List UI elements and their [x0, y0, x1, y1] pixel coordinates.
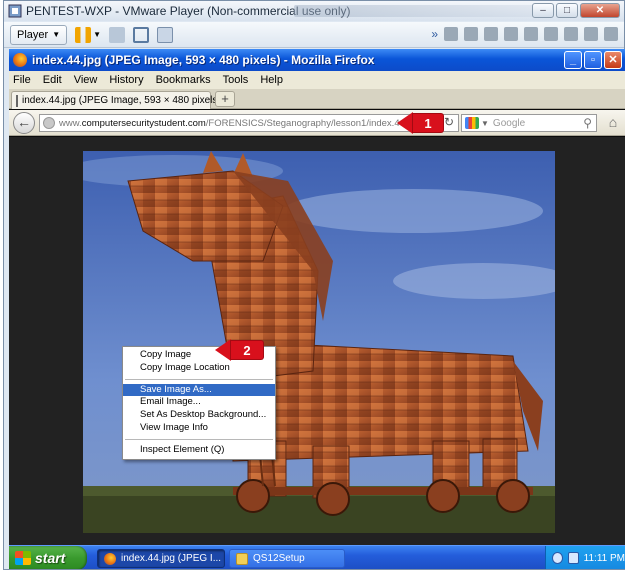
menu-item-set-desktop-background[interactable]: Set As Desktop Background...: [123, 409, 275, 422]
vmware-titlebar: PENTEST-WXP - VMware Player (Non-commerc…: [4, 1, 624, 21]
device-message-icon[interactable]: [584, 27, 598, 41]
menu-separator: [125, 378, 273, 380]
guest-screen: index.44.jpg (JPEG Image, 593 × 480 pixe…: [9, 49, 625, 569]
home-button[interactable]: ⌂: [605, 114, 621, 130]
callout-label-2: 2: [231, 341, 263, 359]
trojan-horse-photo: [83, 151, 555, 533]
pause-icon[interactable]: [75, 26, 92, 43]
taskbar-item-label: QS12Setup: [253, 553, 305, 564]
menu-help[interactable]: Help: [260, 74, 283, 86]
system-tray: 11:11 PM: [545, 546, 625, 569]
folder-icon: [236, 552, 248, 565]
search-box[interactable]: ▼ Google ⚲: [461, 114, 597, 132]
device-printer-icon[interactable]: [444, 27, 458, 41]
tray-chevron-icon[interactable]: [552, 552, 563, 564]
taskbar-item-firefox[interactable]: index.44.jpg (JPEG I...: [97, 549, 225, 568]
menu-separator: [125, 438, 273, 440]
player-menu-button[interactable]: Player ▼: [10, 24, 68, 45]
device-network-icon[interactable]: [464, 27, 478, 41]
chevron-down-icon[interactable]: ▼: [93, 30, 101, 39]
home-icon: ⌂: [608, 114, 618, 130]
vmware-close-button[interactable]: ✕: [580, 3, 620, 18]
taskbar: start index.44.jpg (JPEG I... QS12Setup …: [9, 545, 625, 569]
unity-icon[interactable]: [157, 26, 174, 43]
menu-bookmarks[interactable]: Bookmarks: [156, 74, 211, 86]
firefox-navbar: ← www.computersecuritystudent.com/FORENS…: [9, 110, 625, 136]
url-path: /FORENSICS/Steganography/lesson1/index.4…: [205, 117, 421, 129]
network-icon[interactable]: [109, 26, 126, 43]
google-engine-icon[interactable]: [465, 117, 479, 129]
url-host: computersecuritystudent.com: [81, 117, 206, 129]
url-prefix: www.: [59, 117, 82, 129]
annotation-callout-1: 1: [397, 112, 443, 134]
menu-item-save-image-as[interactable]: Save Image As...: [123, 383, 275, 397]
search-placeholder: Google: [492, 117, 526, 129]
device-sound-icon[interactable]: [564, 27, 578, 41]
vmware-minimize-button[interactable]: –: [532, 3, 554, 18]
taskbar-item-label: index.44.jpg (JPEG I...: [121, 553, 222, 564]
reload-icon[interactable]: ↻: [444, 115, 454, 129]
device-bluetooth-icon[interactable]: [604, 27, 618, 41]
context-menu: Copy Image Copy Image Location Save Imag…: [122, 346, 276, 460]
vmware-icon: [8, 4, 22, 18]
firefox-logo-icon: [13, 53, 27, 67]
menu-item-view-image-info[interactable]: View Image Info: [123, 422, 275, 435]
trojan-horse-image[interactable]: [83, 151, 555, 533]
annotation-callout-2: 2: [215, 339, 263, 361]
vmware-window: PENTEST-WXP - VMware Player (Non-commerc…: [3, 0, 625, 570]
chevron-down-icon: ▼: [52, 29, 61, 39]
firefox-tabbar: index.44.jpg (JPEG Image, 593 × 480 pixe…: [9, 89, 625, 109]
device-floppy-icon[interactable]: [484, 27, 498, 41]
menu-view[interactable]: View: [74, 74, 98, 86]
page-content: Copy Image Copy Image Location Save Imag…: [9, 137, 625, 545]
url-text: www.computersecuritystudent.com/FORENSIC…: [59, 118, 420, 129]
image-favicon-icon: [16, 94, 18, 107]
site-identity-icon[interactable]: [43, 117, 55, 129]
firefox-logo-icon: [104, 552, 116, 565]
device-cd-icon[interactable]: [504, 27, 518, 41]
clock[interactable]: 11:11 PM: [584, 553, 625, 564]
menu-history[interactable]: History: [109, 74, 143, 86]
tab-label: index.44.jpg (JPEG Image, 593 × 480 pixe…: [22, 95, 221, 106]
firefox-minimize-button[interactable]: _: [564, 51, 582, 69]
vmware-restore-button[interactable]: □: [556, 3, 578, 18]
firefox-menubar: File Edit View History Bookmarks Tools H…: [9, 71, 625, 89]
chevron-down-icon[interactable]: ▼: [481, 119, 489, 128]
callout-arrow-icon: [397, 112, 413, 134]
browser-tab[interactable]: index.44.jpg (JPEG Image, 593 × 480 pixe…: [11, 91, 221, 109]
firefox-titlebar: index.44.jpg (JPEG Image, 593 × 480 pixe…: [9, 49, 625, 71]
menu-item-email-image[interactable]: Email Image...: [123, 396, 275, 409]
windows-flag-icon: [15, 551, 31, 565]
fullscreen-icon[interactable]: [133, 26, 150, 43]
taskbar-item-folder[interactable]: QS12Setup: [229, 549, 345, 568]
device-hdd-icon[interactable]: [524, 27, 538, 41]
menu-tools[interactable]: Tools: [223, 74, 249, 86]
vmware-toolbar: Player ▼ ▼ »: [4, 22, 624, 48]
back-arrow-icon: ←: [17, 114, 31, 130]
menu-item-copy-image-location[interactable]: Copy Image Location: [123, 362, 275, 375]
player-menu-label: Player: [17, 28, 49, 41]
callout-arrow-icon: [215, 339, 231, 361]
start-button[interactable]: start: [9, 546, 87, 569]
new-tab-button[interactable]: +: [215, 91, 235, 107]
double-chevron-right-icon[interactable]: »: [431, 27, 438, 41]
tray-network-icon[interactable]: [567, 552, 579, 564]
callout-label-1: 1: [413, 114, 443, 132]
firefox-maximize-button[interactable]: ▫: [584, 51, 602, 69]
menu-file[interactable]: File: [13, 74, 31, 86]
menu-edit[interactable]: Edit: [43, 74, 62, 86]
menu-item-inspect-element[interactable]: Inspect Element (Q): [123, 444, 275, 457]
start-label: start: [35, 550, 66, 566]
firefox-window-title: index.44.jpg (JPEG Image, 593 × 480 pixe…: [32, 53, 375, 67]
device-usb-icon[interactable]: [544, 27, 558, 41]
magnifier-icon[interactable]: ⚲: [583, 116, 592, 130]
url-bar[interactable]: www.computersecuritystudent.com/FORENSIC…: [39, 114, 459, 132]
vmware-title-blurred-path: [294, 5, 544, 17]
back-button[interactable]: ←: [13, 112, 35, 134]
firefox-close-button[interactable]: ✕: [604, 51, 622, 69]
